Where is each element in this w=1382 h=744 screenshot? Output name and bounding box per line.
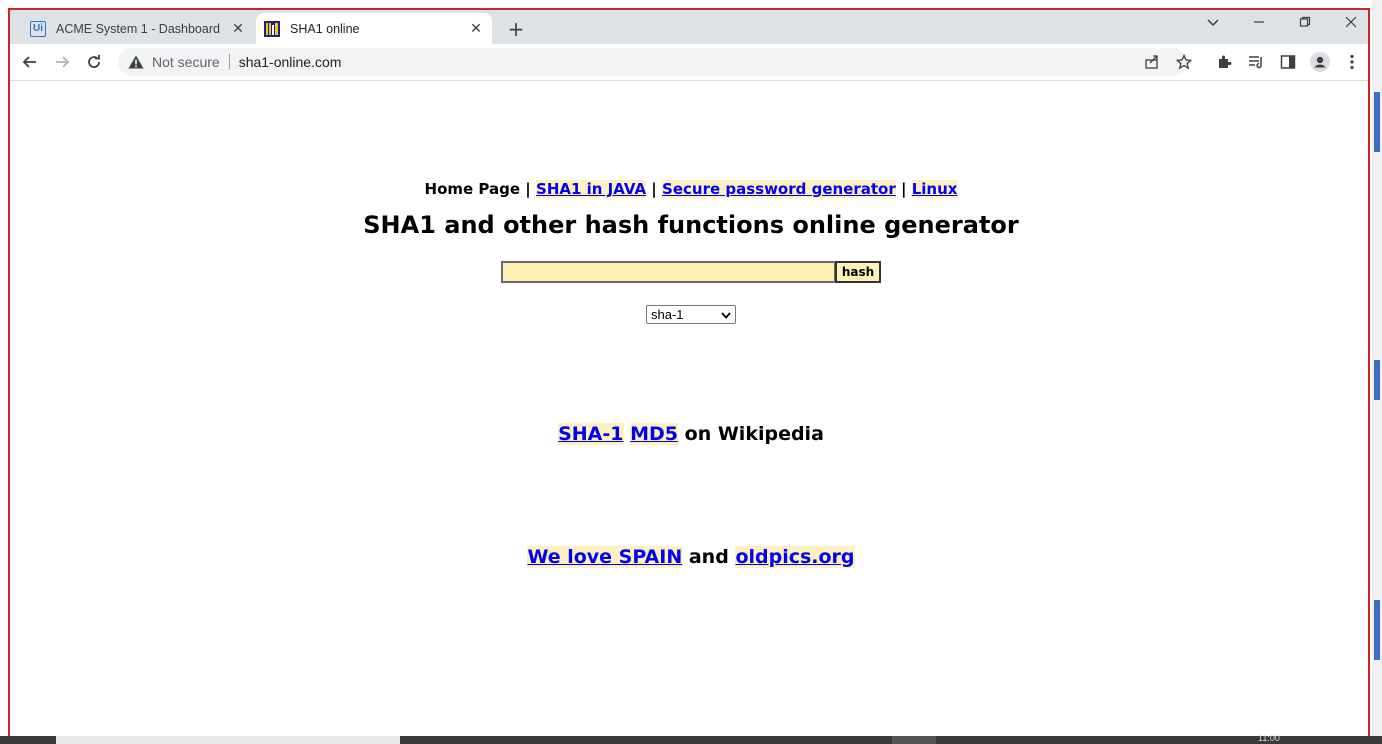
reading-list-icon[interactable] — [1244, 50, 1268, 74]
close-icon[interactable]: ✕ — [466, 20, 486, 37]
reload-icon[interactable] — [82, 50, 106, 74]
wikipedia-links: SHA-1 MD5 on Wikipedia — [10, 423, 1368, 445]
browser-toolbar: Not secure sha1-online.com — [10, 44, 1368, 81]
ui-logo-icon: Ui — [30, 20, 46, 37]
menu-kebab-icon[interactable] — [1340, 50, 1364, 74]
page-title: SHA1 and other hash functions online gen… — [363, 211, 1019, 239]
address-bar[interactable]: Not secure sha1-online.com — [118, 48, 1188, 76]
wiki-suffix: on Wikipedia — [684, 423, 824, 445]
nav-separator: | — [900, 180, 907, 198]
tab-sha1-online[interactable]: SHA1 online ✕ — [256, 13, 492, 44]
tab-title: SHA1 online — [290, 21, 360, 36]
profile-avatar-icon[interactable] — [1308, 50, 1332, 74]
tab-title: ACME System 1 - Dashboard — [56, 21, 220, 36]
browser-window: Ui ACME System 1 - Dashboard ✕ SHA1 onli… — [8, 8, 1370, 744]
os-taskbar: 11:00 — [0, 733, 1382, 744]
new-tab-button[interactable]: + — [504, 17, 528, 41]
taskbar-clock: 11:00 — [1258, 733, 1280, 743]
taskbar-item[interactable] — [56, 736, 400, 744]
footer-link-oldpics[interactable]: oldpics.org — [735, 546, 855, 568]
sha1-site-icon — [264, 20, 280, 37]
desktop-window-sliver — [1374, 360, 1380, 400]
back-arrow-icon[interactable] — [18, 50, 42, 74]
hash-input[interactable] — [501, 261, 835, 283]
close-window-icon[interactable] — [1338, 16, 1364, 32]
nav-link-linux[interactable]: Linux — [911, 180, 958, 198]
extensions-icon[interactable] — [1212, 50, 1236, 74]
desktop-window-sliver — [1374, 600, 1380, 660]
algorithm-select[interactable]: sha-1 — [646, 305, 736, 324]
url-text[interactable]: sha1-online.com — [239, 54, 342, 70]
bookmark-star-icon[interactable] — [1172, 50, 1196, 74]
hash-button[interactable]: hash — [835, 261, 881, 283]
footer-and: and — [688, 546, 729, 568]
close-icon[interactable]: ✕ — [228, 20, 248, 37]
wiki-link-md5[interactable]: MD5 — [630, 423, 679, 445]
tab-search-icon[interactable] — [1200, 16, 1226, 32]
omnibox-divider — [228, 54, 230, 70]
nav-home-page: Home Page — [424, 180, 521, 198]
wiki-link-sha1[interactable]: SHA-1 — [558, 423, 624, 445]
footer-link-spain[interactable]: We love SPAIN — [527, 546, 683, 568]
share-icon[interactable] — [1140, 50, 1164, 74]
minimize-icon[interactable] — [1246, 16, 1272, 32]
hash-form: hash — [501, 261, 881, 283]
tab-strip: Ui ACME System 1 - Dashboard ✕ SHA1 onli… — [10, 10, 1368, 44]
nav-link-password-generator[interactable]: Secure password generator — [662, 180, 896, 198]
desktop-window-sliver — [1374, 92, 1380, 152]
security-label[interactable]: Not secure — [152, 54, 220, 70]
restore-icon[interactable] — [1292, 16, 1318, 32]
desktop-edge — [1372, 0, 1382, 744]
tab-acme-dashboard[interactable]: Ui ACME System 1 - Dashboard ✕ — [22, 13, 254, 44]
warning-icon[interactable] — [128, 54, 144, 70]
nav-separator: | — [525, 180, 531, 198]
page-content: Home Page | SHA1 in JAVA | Secure passwo… — [10, 81, 1368, 744]
taskbar-item[interactable] — [892, 736, 936, 744]
chevron-down-icon — [721, 307, 731, 322]
footer-links: We love SPAIN and oldpics.org — [10, 546, 1368, 568]
nav-separator: | — [651, 180, 657, 198]
algorithm-selected-value: sha-1 — [651, 307, 684, 322]
forward-arrow-icon[interactable] — [50, 50, 74, 74]
site-nav: Home Page | SHA1 in JAVA | Secure passwo… — [10, 180, 1368, 198]
nav-link-sha1-java[interactable]: SHA1 in JAVA — [536, 180, 647, 198]
side-panel-icon[interactable] — [1276, 50, 1300, 74]
